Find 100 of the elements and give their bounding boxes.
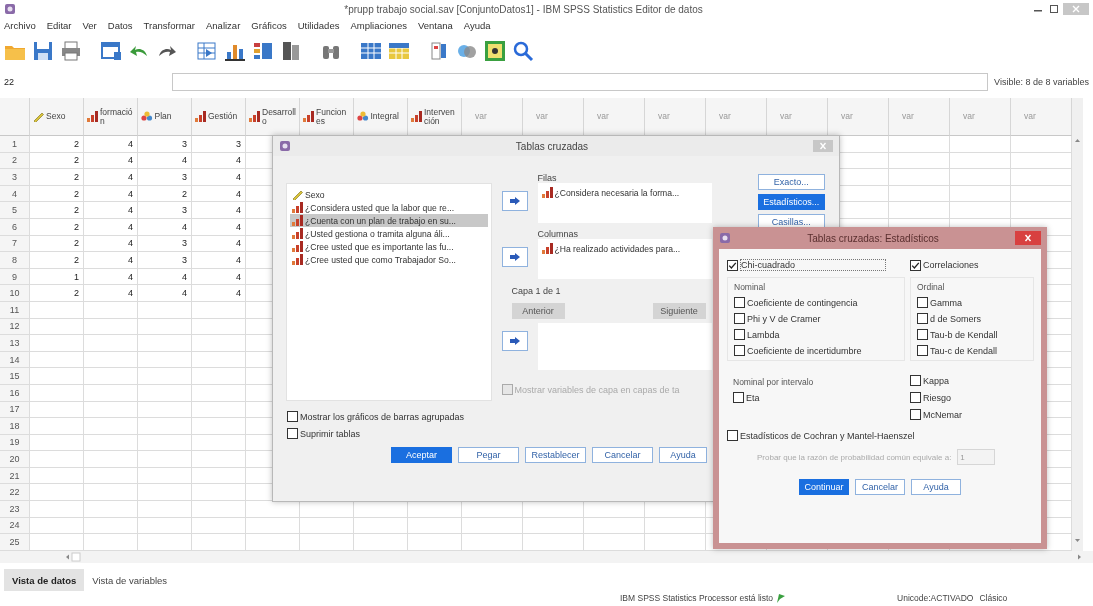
table-cell[interactable]: 4 — [192, 152, 246, 170]
table-cell[interactable]: 4 — [192, 268, 246, 286]
dialog-button[interactable]: Ayuda — [911, 479, 961, 495]
checkbox[interactable] — [917, 329, 928, 340]
table-cell[interactable] — [889, 169, 950, 186]
checkbox[interactable] — [910, 375, 921, 386]
dialog-button[interactable]: Ayuda — [659, 447, 707, 463]
table-cell[interactable] — [138, 451, 192, 468]
table-cell[interactable]: 4 — [138, 218, 192, 236]
side-button[interactable]: Estadísticos... — [757, 194, 825, 210]
variable-item[interactable]: ¿Considera necesaria la forma... — [554, 187, 680, 198]
dialog-button[interactable]: Cancelar — [592, 447, 653, 463]
table-cell[interactable] — [192, 351, 246, 369]
table-cell[interactable] — [192, 517, 246, 535]
column-icon[interactable] — [280, 40, 302, 62]
table-cell[interactable] — [889, 185, 950, 203]
checkbox[interactable] — [287, 411, 298, 422]
table-cell[interactable]: 4 — [192, 235, 246, 253]
table-cell[interactable] — [192, 368, 246, 385]
column-header[interactable]: Sexo — [46, 112, 80, 121]
menu-item[interactable]: Editar — [46, 19, 72, 31]
table-cell[interactable] — [645, 517, 706, 535]
checkbox[interactable] — [910, 259, 921, 271]
table-cell[interactable]: 4 — [84, 252, 138, 269]
table-cell[interactable]: 1 — [30, 268, 84, 286]
table-cell[interactable]: 4 — [84, 152, 138, 170]
table-cell[interactable]: 4 — [192, 202, 246, 219]
table-cell[interactable] — [138, 501, 192, 518]
checkbox[interactable] — [917, 313, 928, 324]
table-cell[interactable] — [523, 534, 584, 551]
table-cell[interactable] — [30, 517, 84, 535]
column-header[interactable]: Gestión — [208, 112, 242, 121]
table-cell[interactable] — [462, 534, 523, 551]
table-cell[interactable] — [408, 517, 462, 535]
table-cell[interactable] — [889, 152, 950, 170]
table-cell[interactable] — [192, 501, 246, 518]
list-icon[interactable] — [252, 40, 274, 62]
table-cell[interactable] — [408, 534, 462, 551]
table-cell[interactable] — [84, 467, 138, 485]
variable-item[interactable]: Sexo — [290, 188, 488, 201]
table-cell[interactable] — [30, 301, 84, 319]
window-icon[interactable] — [100, 40, 122, 62]
menu-item[interactable]: Analizar — [206, 19, 241, 31]
table-cell[interactable]: 2 — [30, 185, 84, 203]
menu-item[interactable]: Transformar — [143, 19, 195, 31]
table-cell[interactable] — [300, 517, 354, 535]
checkbox[interactable] — [734, 329, 745, 340]
table-cell[interactable] — [950, 185, 1011, 203]
table-cell[interactable] — [84, 451, 138, 468]
grid-icon[interactable] — [360, 40, 382, 62]
table-cell[interactable] — [192, 335, 246, 352]
table-cell[interactable] — [192, 467, 246, 485]
table-cell[interactable]: 2 — [30, 285, 84, 302]
table-cell[interactable]: 2 — [138, 185, 192, 203]
move-button[interactable] — [501, 331, 528, 351]
table-cell[interactable] — [84, 318, 138, 336]
table-cell[interactable] — [84, 534, 138, 551]
table-cell[interactable]: 3 — [138, 252, 192, 269]
table-cell[interactable] — [584, 517, 645, 535]
table-cell[interactable] — [523, 517, 584, 535]
table-cell[interactable] — [645, 534, 706, 551]
variable-item[interactable]: ¿Cree usted que como Trabajador So... — [290, 253, 488, 266]
table-cell[interactable] — [84, 434, 138, 452]
view-tab[interactable]: Vista de datos — [4, 569, 85, 591]
table-cell[interactable] — [192, 401, 246, 419]
table-cell[interactable] — [138, 401, 192, 419]
checkbox[interactable] — [727, 259, 738, 271]
menu-item[interactable]: Utilidades — [297, 19, 340, 31]
table-cell[interactable] — [84, 517, 138, 535]
table-cell[interactable]: 2 — [30, 169, 84, 186]
table-cell[interactable] — [192, 534, 246, 551]
table-cell[interactable] — [138, 434, 192, 452]
table-cell[interactable]: 4 — [138, 268, 192, 286]
table-cell[interactable]: 4 — [84, 235, 138, 253]
table-cell[interactable]: 4 — [192, 285, 246, 302]
table-cell[interactable] — [30, 368, 84, 385]
close-icon[interactable] — [813, 140, 833, 152]
table-cell[interactable] — [138, 318, 192, 336]
variable-item[interactable]: ¿Cuenta con un plan de trabajo en su... — [290, 214, 488, 227]
table-cell[interactable] — [84, 384, 138, 402]
menu-item[interactable]: Gráficos — [251, 19, 287, 31]
table-cell[interactable]: 4 — [138, 152, 192, 170]
checkbox[interactable] — [734, 345, 745, 356]
table-cell[interactable]: 3 — [192, 136, 246, 153]
table-cell[interactable] — [30, 335, 84, 352]
dialog-button[interactable]: Cancelar — [855, 479, 905, 495]
cell-value-field[interactable] — [172, 73, 989, 91]
variable-item[interactable]: ¿Ha realizado actividades para... — [554, 243, 681, 254]
table-cell[interactable] — [30, 318, 84, 336]
table-cell[interactable] — [138, 517, 192, 535]
table-cell[interactable]: 2 — [30, 252, 84, 269]
checkbox[interactable] — [910, 392, 921, 403]
table-cell[interactable] — [84, 335, 138, 352]
checkbox[interactable] — [917, 297, 928, 308]
checkbox[interactable] — [910, 409, 921, 420]
printer-icon[interactable] — [60, 40, 82, 62]
search-icon[interactable] — [512, 40, 534, 62]
side-button[interactable]: Exacto... — [757, 174, 825, 190]
dialog-button[interactable]: Pegar — [458, 447, 519, 463]
table-cell[interactable]: 2 — [30, 218, 84, 236]
